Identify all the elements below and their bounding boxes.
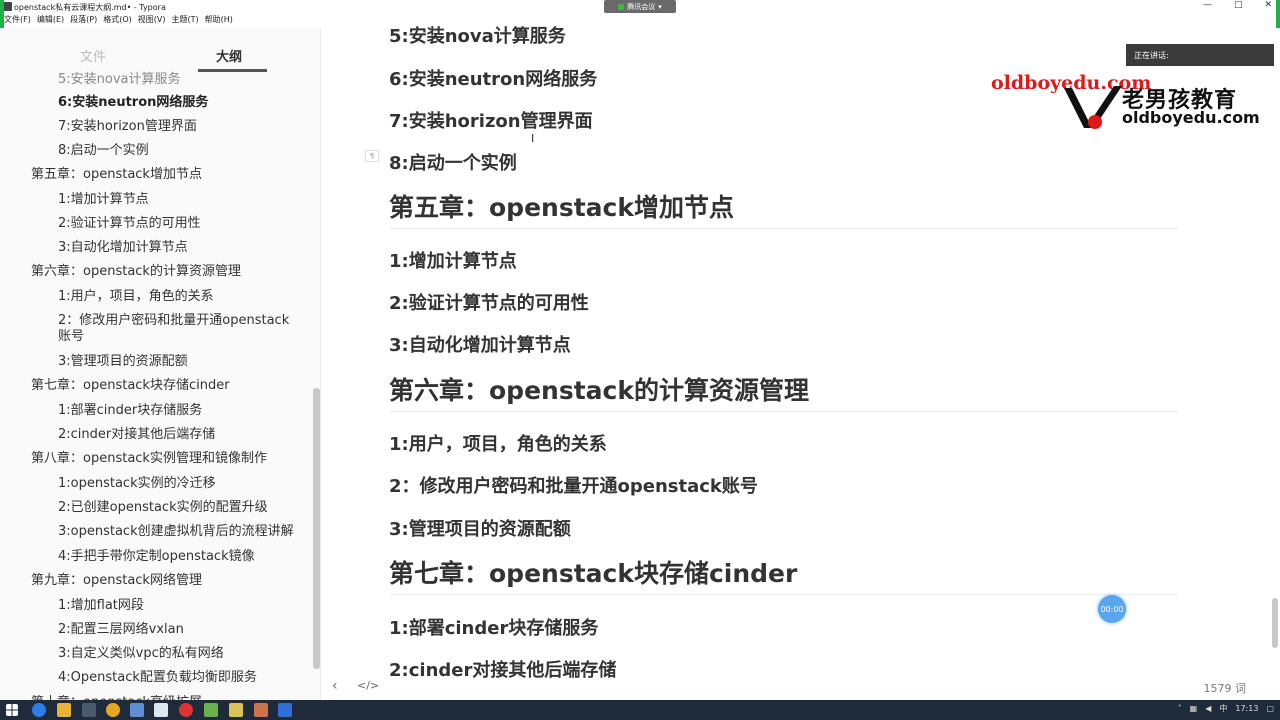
recording-timer[interactable]: 00:00 [1098, 595, 1126, 623]
menu-edit[interactable]: 编辑(E) [37, 14, 64, 28]
toggle-sidebar-icon[interactable]: ‹ [332, 678, 338, 694]
watermark-brand-en: oldboyedu.com [1122, 108, 1260, 127]
menu-format[interactable]: 格式(O) [103, 14, 132, 28]
heading-ch7-1: 1:部署cinder块存储服务 [389, 618, 599, 639]
tray-chevron-up-icon[interactable]: ˄ [1178, 704, 1182, 713]
title-bar: openstack私有云课程大纲.md• - Typora 腾讯会议 ▾ — □… [0, 0, 1280, 14]
edge-icon[interactable] [32, 703, 46, 717]
text-cursor-icon: I [531, 132, 535, 145]
outline-item[interactable]: 1:openstack实例的冷迁移 [58, 476, 216, 492]
menu-theme[interactable]: 主题(T) [171, 14, 198, 28]
tab-files[interactable]: 文件 [80, 46, 106, 65]
heading-ch6-2: 2：修改用户密码和批量开通openstack账号 [389, 476, 758, 497]
speaking-indicator: 正在讲话: [1126, 44, 1274, 66]
outline-item[interactable]: 1:增加计算节点 [58, 192, 149, 208]
chrome-icon[interactable] [106, 703, 120, 717]
system-tray: ˄ ▦ ◀ 中 17:13 ▢ [1178, 703, 1274, 714]
app-icon[interactable] [204, 703, 218, 717]
status-bar: ‹ </> 1579 词 [322, 674, 1280, 700]
oldboy-logo-icon [1064, 86, 1122, 129]
outline-item-current[interactable]: 6:安装neutron网络服务 [58, 95, 208, 111]
heading-ch5-3: 3:自动化增加计算节点 [389, 335, 571, 356]
maximize-button[interactable]: □ [1234, 0, 1243, 10]
clock[interactable]: 17:13 [1235, 704, 1258, 713]
outline-item[interactable]: 4:Openstack配置负载均衡即服务 [58, 670, 257, 686]
paragraph-handle-icon[interactable]: ¶ [365, 150, 379, 162]
heading-ch5-2: 2:验证计算节点的可用性 [389, 293, 589, 314]
outline-item[interactable]: 第八章：openstack实例管理和镜像制作 [31, 451, 267, 467]
editor-scrollbar[interactable] [1272, 598, 1278, 648]
outline-item[interactable]: 2:已创建openstack实例的配置升级 [58, 500, 268, 516]
outline-item[interactable]: 5:安装nova计算服务 [58, 72, 181, 88]
app-icon[interactable] [229, 703, 243, 717]
heading-install-nova: 5:安装nova计算服务 [389, 26, 566, 47]
meeting-icon [618, 3, 625, 10]
outline-item[interactable]: 1:部署cinder块存储服务 [58, 403, 202, 419]
heading-divider [389, 594, 1179, 595]
menu-paragraph[interactable]: 段落(P) [70, 14, 97, 28]
heading-ch6-3: 3:管理项目的资源配额 [389, 519, 571, 540]
heading-divider [389, 411, 1179, 412]
outline-item[interactable]: 1:用户，项目，角色的关系 [58, 289, 214, 305]
app-icon[interactable] [254, 703, 268, 717]
typora-taskbar-icon[interactable] [154, 703, 168, 717]
heading-ch6-1: 1:用户，项目，角色的关系 [389, 434, 607, 455]
outline-item[interactable]: 3:管理项目的资源配额 [58, 354, 188, 370]
outline-item[interactable]: 7:安装horizon管理界面 [58, 119, 197, 135]
outline-item[interactable]: 1:增加flat网段 [58, 598, 144, 614]
minimize-button[interactable]: — [1203, 0, 1212, 10]
sidebar-scrollbar[interactable] [313, 388, 320, 669]
outline-item[interactable]: 8:启动一个实例 [58, 143, 149, 159]
windows-start-icon[interactable] [6, 704, 18, 716]
ime-indicator[interactable]: 中 [1219, 703, 1227, 714]
chevron-down-icon: ▾ [658, 2, 662, 11]
heading-chapter-7: 第七章：openstack块存储cinder [389, 559, 798, 588]
meeting-taskbar-icon[interactable] [278, 703, 292, 717]
taskbar: ˄ ▦ ◀ 中 17:13 ▢ [0, 700, 1280, 720]
meeting-label: 腾讯会议 [627, 2, 656, 11]
tab-outline[interactable]: 大纲 [216, 46, 242, 65]
heading-install-horizon: 7:安装horizon管理界面 [389, 111, 593, 132]
meeting-indicator[interactable]: 腾讯会议 ▾ [604, 0, 676, 13]
outline-item[interactable]: 第七章：openstack块存储cinder [31, 378, 230, 394]
heading-start-instance: 8:启动一个实例 [389, 153, 517, 174]
heading-divider [389, 228, 1179, 229]
heading-chapter-6: 第六章：openstack的计算资源管理 [389, 376, 809, 405]
outline-item[interactable]: 2:验证计算节点的可用性 [58, 216, 201, 232]
app-icon[interactable] [130, 703, 144, 717]
notification-icon[interactable]: ▢ [1266, 704, 1274, 713]
menu-help[interactable]: 帮助(H) [205, 14, 233, 28]
menu-bar: 文件(F) 编辑(E) 段落(P) 格式(O) 视图(V) 主题(T) 帮助(H… [0, 14, 420, 28]
editor-area[interactable]: 5:安装nova计算服务 6:安装neutron网络服务 7:安装horizon… [322, 26, 1280, 700]
menu-file[interactable]: 文件(F) [4, 14, 31, 28]
file-explorer-icon[interactable] [57, 703, 71, 717]
heading-install-neutron: 6:安装neutron网络服务 [389, 69, 598, 90]
menu-view[interactable]: 视图(V) [138, 14, 166, 28]
word-count[interactable]: 1579 词 [1204, 680, 1247, 696]
outline-item[interactable]: 4:手把手带你定制openstack镜像 [58, 549, 255, 565]
outline-item[interactable]: 3:自动化增加计算节点 [58, 240, 188, 256]
close-button[interactable]: ✕ [1264, 0, 1272, 10]
outline-item[interactable]: 3:自定义类似vpc的私有网络 [58, 646, 224, 662]
app-icon[interactable] [179, 703, 193, 717]
typora-app-icon [3, 2, 12, 11]
outline-item[interactable]: 第五章：openstack增加节点 [31, 167, 202, 183]
source-code-icon[interactable]: </> [357, 679, 379, 692]
network-icon[interactable]: ▦ [1190, 704, 1198, 713]
heading-chapter-5: 第五章：openstack增加节点 [389, 193, 734, 222]
outline-item[interactable]: 3:openstack创建虚拟机背后的流程讲解 [58, 524, 294, 540]
outline-item[interactable]: 第六章：openstack的计算资源管理 [31, 264, 241, 280]
sidebar: 文件 大纲 5:安装nova计算服务 6:安装neutron网络服务 7:安装h… [0, 28, 321, 700]
app-icon[interactable] [82, 703, 96, 717]
window-title: openstack私有云课程大纲.md• - Typora [14, 3, 166, 12]
outline-item[interactable]: 2:cinder对接其他后端存储 [58, 427, 215, 443]
outline-item[interactable]: 第九章：openstack网络管理 [31, 573, 202, 589]
volume-icon[interactable]: ◀ [1205, 704, 1211, 713]
active-tab-indicator [198, 69, 267, 72]
outline-item[interactable]: 2：修改用户密码和批量开通openstack账号 [58, 313, 298, 345]
outline-item[interactable]: 2:配置三层网络vxlan [58, 622, 184, 638]
sidebar-tabs: 文件 大纲 [0, 28, 321, 72]
heading-ch5-1: 1:增加计算节点 [389, 251, 517, 272]
